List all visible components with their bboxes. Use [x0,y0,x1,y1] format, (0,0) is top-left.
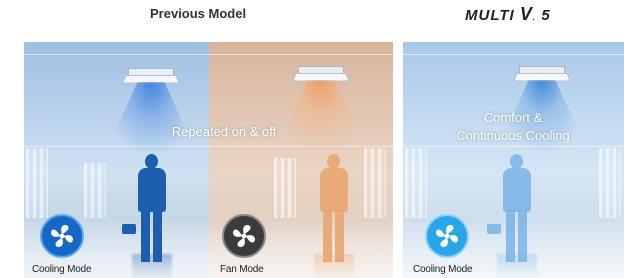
cooling-fan-icon [425,214,469,258]
window-column [274,158,296,218]
repeated-on-off-text: Repeated on & off [171,124,277,139]
fan-mode-icon [222,214,266,258]
cooling-mode-label: Cooling Mode [32,264,92,275]
ceiling-line [24,54,393,55]
person-reflection [314,254,354,278]
brand-number: 5 [541,7,551,24]
ceiling-line [403,54,624,55]
window-column [26,148,48,218]
cooling-fan-icon [40,214,84,258]
window-column [405,148,427,218]
cooling-mode-label: Cooling Mode [413,264,473,275]
overlay-line-2: Continuous Cooling [456,128,570,143]
person-reflection [497,254,537,278]
person-silhouette-comfort [487,154,537,264]
person-silhouette-warm [314,154,354,264]
person-silhouette-cool [122,154,172,264]
previous-model-title: Previous Model [150,6,247,21]
fan-mode-label: Fan Mode [220,264,264,275]
window-column [599,148,621,218]
window-column [84,163,106,218]
multi-v5-panel: Comfort & Continuous Cooling Cooling Mod… [403,42,624,278]
comfort-cooling-text: Comfort & Continuous Cooling [433,109,593,145]
person-reflection [132,254,172,278]
previous-model-panel: Repeated on & off Cooling Mode Fan Mode [24,42,393,278]
overlay-line-1: Comfort & [483,110,543,125]
multi-v5-logo: MULTI V. 5 [465,4,551,24]
brand-v: V [519,4,533,24]
brand-multi: MULTI [465,7,515,24]
window-column [364,148,386,218]
